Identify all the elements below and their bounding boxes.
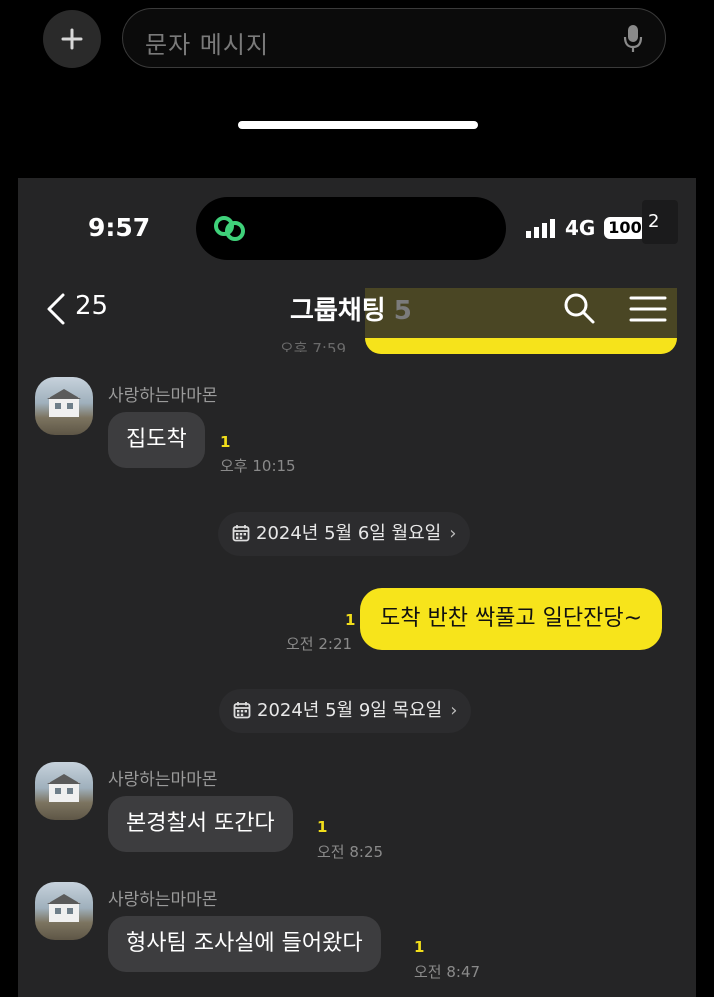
message-time: 오전 2:21 — [286, 635, 353, 653]
date-divider-text: 2024년 5월 9일 목요일 — [257, 700, 443, 721]
microphone-icon[interactable] — [623, 24, 643, 54]
chat-screenshot: 9:57 4G 100 2 25 그룹채팅 5 오후 7:59 사랑하는마마몬 … — [18, 178, 696, 997]
member-count: 5 — [393, 296, 412, 326]
corner-number: 2 — [648, 211, 660, 232]
unread-count: 1 — [317, 818, 328, 836]
unread-count: 1 — [414, 938, 425, 956]
previous-outgoing-bubble — [365, 338, 677, 354]
plus-icon — [61, 28, 83, 50]
chat-title-text: 그룹채팅 — [290, 296, 386, 326]
hamburger-menu-icon[interactable] — [629, 295, 667, 323]
sender-name: 사랑하는마마몬 — [108, 890, 218, 910]
search-icon[interactable] — [562, 291, 596, 325]
avatar-photo — [47, 389, 81, 417]
unread-count: 1 — [345, 611, 356, 629]
date-divider[interactable]: 2024년 5월 9일 목요일 › — [219, 689, 472, 733]
link-app-icon — [214, 216, 245, 241]
network-type: 4G — [565, 216, 596, 240]
battery-icon: 100 — [604, 217, 646, 239]
avatar[interactable] — [35, 377, 93, 435]
status-time: 9:57 — [88, 213, 151, 242]
avatar[interactable] — [35, 762, 93, 820]
message-time: 오전 8:47 — [414, 963, 481, 981]
date-divider[interactable]: 2024년 5월 6일 월요일 › — [218, 512, 471, 556]
home-indicator — [238, 121, 478, 129]
message-bubble[interactable]: 집도착 — [108, 412, 205, 468]
avatar-photo — [47, 894, 81, 922]
cellular-signal-icon — [526, 219, 555, 238]
avatar[interactable] — [35, 882, 93, 940]
chat-title: 그룹채팅 5 — [290, 290, 412, 327]
chevron-left-icon[interactable] — [45, 292, 67, 326]
calendar-icon — [232, 525, 250, 542]
chevron-right-icon: › — [450, 700, 458, 721]
my-message-bubble[interactable]: 도착 반찬 싹풀고 일단잔당~ — [360, 588, 663, 650]
message-input-placeholder: 문자 메시지 — [145, 31, 270, 59]
message-input[interactable]: 문자 메시지 — [122, 8, 666, 68]
back-unread-count[interactable]: 25 — [75, 291, 108, 321]
dynamic-island — [196, 197, 506, 260]
message-time: 오전 8:25 — [317, 843, 384, 861]
chevron-right-icon: › — [449, 523, 457, 544]
add-attachment-button[interactable] — [43, 10, 101, 68]
avatar-photo — [47, 774, 81, 802]
unread-count: 1 — [220, 433, 231, 451]
sender-name: 사랑하는마마몬 — [108, 386, 218, 406]
date-divider-text: 2024년 5월 6일 월요일 — [256, 523, 442, 544]
message-time: 오후 10:15 — [220, 457, 296, 475]
message-bubble[interactable]: 형사팀 조사실에 들어왔다 — [108, 916, 381, 972]
previous-message-time: 오후 7:59 — [280, 340, 347, 352]
sender-name: 사랑하는마마몬 — [108, 770, 218, 790]
message-bubble[interactable]: 본경찰서 또간다 — [108, 796, 293, 852]
calendar-icon — [233, 702, 251, 719]
